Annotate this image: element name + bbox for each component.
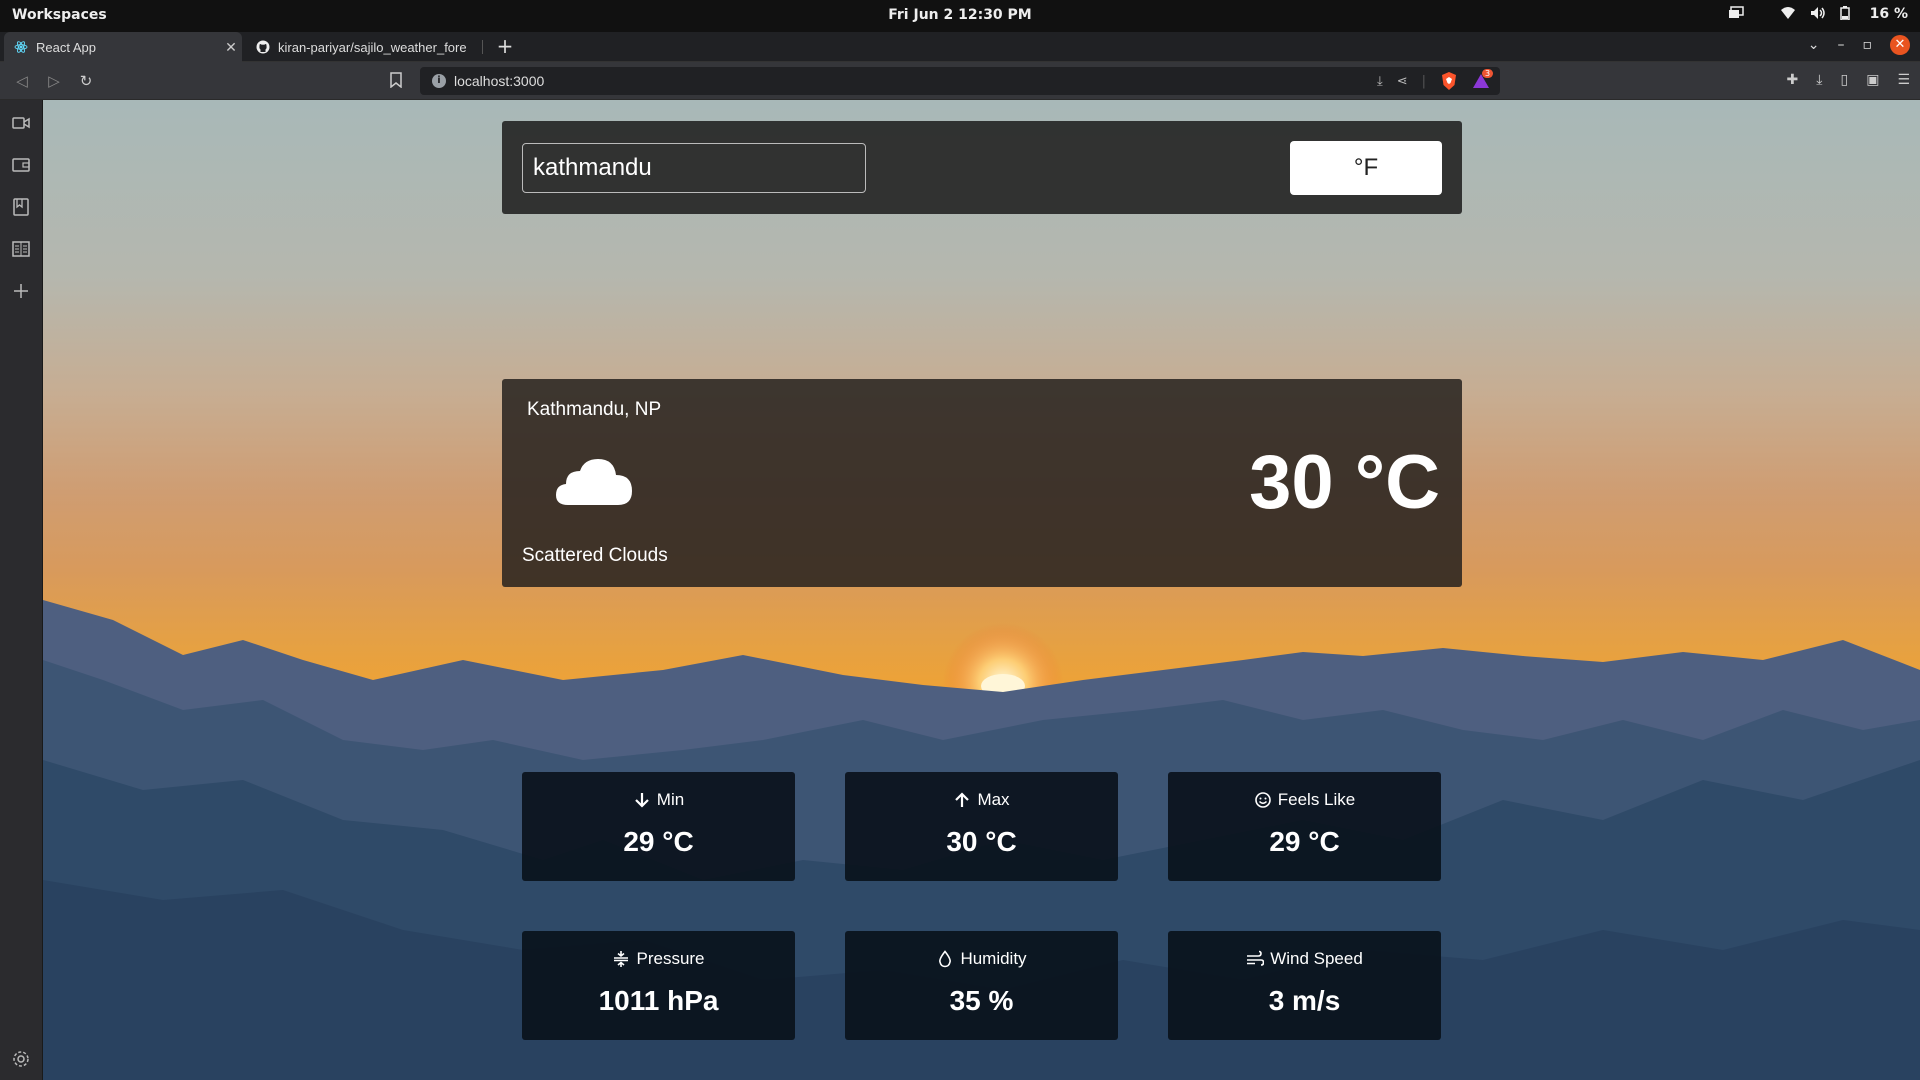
volume-icon[interactable]	[1810, 6, 1826, 22]
stat-label: Max	[977, 790, 1010, 809]
wallet-icon[interactable]	[12, 156, 30, 174]
tab-react-app[interactable]: React App ✕	[4, 32, 242, 62]
react-icon	[14, 41, 28, 53]
stat-label: Humidity	[960, 949, 1027, 968]
clock[interactable]: Fri Jun 2 12:30 PM	[0, 7, 1920, 23]
window-close-icon[interactable]: ✕	[1890, 35, 1910, 55]
location-name: Kathmandu, NP	[527, 399, 662, 420]
stat-min-temp: Min 29 °C	[522, 772, 795, 881]
install-app-icon[interactable]: ⤓	[1377, 74, 1383, 89]
compress-icon	[614, 951, 629, 967]
address-bar[interactable]: i localhost:3000 ⤓ ⋖ | 3	[420, 67, 1500, 95]
stat-label: Feels Like	[1277, 790, 1356, 809]
system-top-bar: Workspaces Fri Jun 2 12:30 PM 16 %	[0, 0, 1920, 32]
cloud-icon	[556, 459, 632, 505]
battery-icon[interactable]	[1839, 6, 1856, 22]
stat-max-temp: Max 30 °C	[845, 772, 1118, 881]
tab-title: React App	[36, 39, 96, 55]
close-tab-icon[interactable]: ✕	[220, 39, 242, 56]
stat-feels-like: Feels Like 29 °C	[1168, 772, 1441, 881]
url-text[interactable]: localhost:3000	[454, 73, 544, 89]
bookmarks-icon[interactable]	[12, 198, 30, 216]
weather-description: Scattered Clouds	[522, 545, 668, 566]
tab-github[interactable]: kiran-pariyar/sajilo_weather_fore	[246, 32, 484, 62]
stat-value: 29 °C	[1269, 826, 1340, 857]
address-bar-actions: ⤓ ⋖ | 3	[1377, 69, 1494, 91]
droplet-icon	[939, 950, 952, 968]
smile-icon	[1254, 792, 1271, 808]
maximize-icon[interactable]: ▫	[1863, 37, 1873, 53]
github-icon	[256, 40, 270, 54]
reload-icon[interactable]: ↻	[76, 71, 96, 91]
video-call-icon[interactable]	[12, 114, 30, 132]
city-search-input[interactable]: kathmandu	[522, 143, 866, 193]
stat-label: Min	[656, 790, 685, 809]
reading-list-icon[interactable]	[12, 240, 30, 258]
stat-wind-speed: Wind Speed 3 m/s	[1168, 931, 1441, 1040]
tab-separator	[482, 40, 483, 54]
unit-toggle-button[interactable]: °F	[1290, 141, 1442, 195]
search-panel: kathmandu °F	[502, 121, 1462, 214]
site-info-icon[interactable]: i	[432, 74, 446, 88]
tab-title: kiran-pariyar/sajilo_weather_fore	[278, 39, 467, 55]
arrow-up-icon	[955, 792, 970, 807]
rewards-badge: 3	[1482, 69, 1494, 78]
forward-icon[interactable]: ▷	[44, 71, 64, 91]
stat-value: 30 °C	[946, 826, 1017, 857]
brave-rewards-icon[interactable]: 3	[1472, 69, 1494, 90]
new-tab-button[interactable]: +	[494, 35, 516, 57]
brave-shields-icon[interactable]	[1440, 71, 1458, 91]
minimize-icon[interactable]: –	[1838, 37, 1845, 53]
arrow-down-icon	[635, 793, 649, 808]
tab-search-chevron-icon[interactable]: ⌄	[1808, 37, 1820, 53]
add-panel-icon[interactable]	[12, 282, 30, 300]
wind-icon	[1247, 950, 1265, 966]
share-icon[interactable]: ⋖	[1397, 74, 1408, 89]
battery-percent: 16 %	[1869, 6, 1908, 22]
screen-share-icon[interactable]	[1728, 6, 1744, 22]
wifi-icon[interactable]	[1780, 6, 1796, 22]
extensions-icon[interactable]: ✚	[1787, 72, 1799, 88]
current-weather-card: Kathmandu, NP Scattered Clouds 30 °C	[502, 379, 1462, 587]
sidebar-toggle-icon[interactable]: ▯	[1840, 72, 1848, 88]
browser-toolbar: ◁ ▷ ↻ i localhost:3000 ⤓ ⋖ | 3 ✚ ⤓ ▯ ▣ ☰	[0, 62, 1920, 100]
stat-value: 29 °C	[623, 826, 694, 857]
bookmark-icon[interactable]	[390, 72, 402, 88]
weather-app-page: kathmandu °F Kathmandu, NP Scattered Clo…	[43, 100, 1920, 1080]
stat-pressure: Pressure 1011 hPa	[522, 931, 795, 1040]
stat-value: 3 m/s	[1268, 985, 1341, 1016]
settings-gear-icon[interactable]	[12, 1050, 30, 1068]
menu-icon[interactable]: ☰	[1897, 72, 1910, 88]
browser-side-panel	[0, 100, 43, 1080]
stat-humidity: Humidity 35 %	[845, 931, 1118, 1040]
stat-label: Pressure	[636, 949, 705, 968]
tab-strip: React App ✕ kiran-pariyar/sajilo_weather…	[0, 32, 1920, 62]
toolbar-right-actions: ✚ ⤓ ▯ ▣ ☰	[1787, 72, 1910, 88]
stat-value: 35 %	[949, 985, 1014, 1016]
stat-label: Wind Speed	[1270, 949, 1363, 968]
window-controls: ⌄ – ▫ ✕	[1808, 35, 1910, 55]
system-tray[interactable]: 16 %	[1728, 6, 1908, 22]
back-icon[interactable]: ◁	[12, 71, 32, 91]
downloads-icon[interactable]: ⤓	[1816, 72, 1822, 88]
current-temperature: 30 °C	[1249, 440, 1440, 525]
stat-value: 1011 hPa	[598, 985, 719, 1016]
wallet-icon[interactable]: ▣	[1866, 72, 1879, 88]
